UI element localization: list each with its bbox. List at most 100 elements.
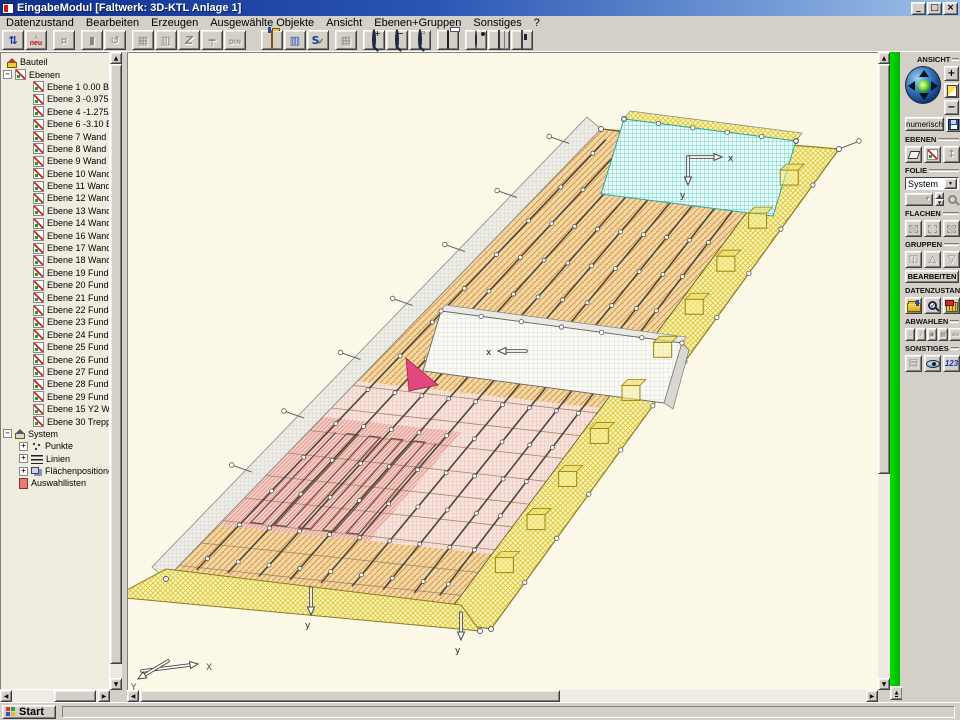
tree-item-ebene-27[interactable]: Ebene 15 Y2 Wand T	[1, 403, 109, 415]
start-button[interactable]: Start	[2, 705, 56, 719]
tree-item-ebene-14[interactable]: Ebene 17 Wand Y4	[1, 242, 109, 254]
tree-item-ebene-13[interactable]: Ebene 16 Wand Y3	[1, 229, 109, 241]
tree-scroll-left[interactable]: ◀	[0, 690, 12, 702]
numbering-button[interactable]: 123	[943, 355, 960, 372]
tree-item-ebene-16[interactable]: Ebene 19 Fund1	[1, 267, 109, 279]
menu-item-ausgew-hlte-objekte[interactable]: Ausgewählte Objekte	[204, 17, 320, 29]
folie-select[interactable]: System ▼	[905, 177, 959, 190]
tree-item-ebene-23[interactable]: Ebene 26 Fund8	[1, 353, 109, 365]
tree-item-ebene-3[interactable]: Ebene 4 -1.275/-1.4	[1, 106, 109, 118]
save-view-button[interactable]	[946, 117, 960, 132]
view-options-button[interactable]	[465, 30, 487, 50]
view-hscrollbar[interactable]: ◀ ▶	[127, 690, 878, 702]
tree-item-ebene-9[interactable]: Ebene 11 Wand X5	[1, 180, 109, 192]
manual-button[interactable]	[488, 30, 510, 50]
datenzustand-check-button[interactable]: ✓	[924, 297, 941, 314]
expand-toggle-icon[interactable]: +	[19, 454, 28, 463]
tree-scroll-up[interactable]: ▲	[110, 52, 122, 64]
tree-scroll-right[interactable]: ▶	[98, 690, 110, 702]
zoom-window-button[interactable]: ▭	[409, 30, 431, 50]
dropdown-arrow-icon[interactable]: ▼	[944, 178, 957, 189]
zoom-in-button[interactable]: +	[363, 30, 385, 50]
tree-item-ebene-28[interactable]: Ebene 30 Treppenl	[1, 415, 109, 427]
view-rotate-ball[interactable]	[905, 66, 941, 104]
minimize-button[interactable]: _	[911, 2, 926, 15]
tree-item-ebene-12[interactable]: Ebene 14 Wand Y1	[1, 217, 109, 229]
view-hscroll-thumb[interactable]	[140, 690, 560, 702]
tree-scroll-down[interactable]: ▼	[110, 678, 122, 690]
tree-item-bauteil[interactable]: Bauteil	[1, 56, 109, 68]
tree-item-ebene-17[interactable]: Ebene 20 Fund2	[1, 279, 109, 291]
tree-item-ebene-1[interactable]: Ebene 1 0.00 Bopl.	[1, 81, 109, 93]
datenzustand-project-button[interactable]	[943, 297, 960, 314]
spinner-down[interactable]: ▼	[935, 199, 944, 206]
maximize-button[interactable]: □	[927, 2, 942, 15]
ebene-plane-button[interactable]	[905, 146, 922, 163]
print-button[interactable]	[437, 30, 459, 50]
menu-item-datenzustand[interactable]: Datenzustand	[0, 17, 80, 29]
bearbeiten-button[interactable]: BEARBEITEN	[905, 270, 959, 283]
tree-hscrollbar[interactable]: ◀ ▶	[0, 690, 110, 702]
view-scroll-up[interactable]: ▲	[878, 52, 890, 64]
ebene-move-button[interactable]: ↕	[943, 146, 960, 163]
view-vscroll-thumb[interactable]	[878, 64, 890, 474]
tree-item-ebene-6[interactable]: Ebene 8 Wand X2	[1, 143, 109, 155]
zoom-out-button[interactable]: −	[386, 30, 408, 50]
rotate-center-icon[interactable]	[918, 80, 930, 92]
refresh-button[interactable]: ⇅	[2, 30, 24, 50]
check-button[interactable]: S✓	[307, 30, 329, 50]
menu-item--[interactable]: ?	[528, 17, 546, 29]
tree-item-ebene-5[interactable]: Ebene 7 Wand X1	[1, 130, 109, 142]
tree-item-ebene-11[interactable]: Ebene 13 Wand X7	[1, 205, 109, 217]
view-vscrollbar[interactable]: ▲ ▼	[878, 52, 890, 690]
menu-item-ansicht[interactable]: Ansicht	[320, 17, 368, 29]
tree-item-ebene-22[interactable]: Ebene 25 Fund7	[1, 341, 109, 353]
close-button[interactable]: ×	[943, 2, 958, 15]
tree-item-punkte[interactable]: +Punkte	[1, 440, 109, 452]
view-split-button[interactable]	[944, 83, 959, 98]
zoom-plus-button[interactable]: +	[944, 66, 959, 81]
view-scroll-right[interactable]: ▶	[866, 690, 878, 702]
view-scroll-down[interactable]: ▼	[878, 678, 890, 690]
tree-item-ebene-7[interactable]: Ebene 9 Wand X3	[1, 155, 109, 167]
spinner-up[interactable]: ▲	[935, 192, 944, 199]
tree-hscroll-thumb[interactable]	[54, 690, 96, 702]
expand-toggle-icon[interactable]: +	[19, 467, 28, 476]
zoom-minus-button[interactable]: −	[944, 100, 959, 115]
tree-vscroll-thumb[interactable]	[110, 64, 122, 664]
expand-toggle-icon[interactable]: −	[3, 70, 12, 79]
menu-item-bearbeiten[interactable]: Bearbeiten	[80, 17, 145, 29]
tree-item-ebene-19[interactable]: Ebene 22 Fund4	[1, 304, 109, 316]
tree-item-ebene-8[interactable]: Ebene 10 Wand X4	[1, 168, 109, 180]
menu-item-sonstiges[interactable]: Sonstiges	[467, 17, 527, 29]
expand-toggle-icon[interactable]: +	[19, 442, 28, 451]
tree-item-linien[interactable]: +Linien	[1, 453, 109, 465]
expand-toggle-icon[interactable]: −	[3, 429, 12, 438]
numerisch-button[interactable]: numerisch	[905, 117, 944, 131]
tree-item-ebene-20[interactable]: Ebene 23 Fund5	[1, 316, 109, 328]
open-project-button[interactable]	[261, 30, 283, 50]
tree-item-ebene-21[interactable]: Ebene 24 Fund6	[1, 329, 109, 341]
import-button[interactable]: ▥	[284, 30, 306, 50]
datenzustand-load-button[interactable]	[905, 297, 922, 314]
tree-item-auswahllisten[interactable]: Auswahllisten	[1, 477, 109, 489]
tree-item-ebene-15[interactable]: Ebene 18 Wand Y5	[1, 254, 109, 266]
view-scroll-left[interactable]: ◀	[127, 690, 139, 702]
tree-item-ebene-25[interactable]: Ebene 28 Fund10	[1, 378, 109, 390]
visibility-button[interactable]	[924, 355, 941, 372]
tree-item-ebene-24[interactable]: Ebene 27 Fund9	[1, 366, 109, 378]
tree-vscrollbar[interactable]: ▲ ▼	[110, 52, 122, 690]
exit-button[interactable]	[511, 30, 533, 50]
menu-item-erzeugen[interactable]: Erzeugen	[145, 17, 204, 29]
tree-item-ebene-4[interactable]: Ebene 6 -3.10 Bopl.	[1, 118, 109, 130]
neu-button[interactable]: ↓neu	[25, 30, 47, 50]
tree-item-system[interactable]: −System	[1, 428, 109, 440]
rotate-up-icon[interactable]	[919, 70, 929, 77]
tree-item-ebene-10[interactable]: Ebene 12 Wand X6	[1, 192, 109, 204]
rotate-right-icon[interactable]	[931, 81, 938, 91]
tree-item-ebenen[interactable]: −Ebenen	[1, 68, 109, 80]
rotate-down-icon[interactable]	[919, 93, 929, 100]
taskbar-tray[interactable]	[62, 706, 955, 718]
ebene-edit-button[interactable]	[924, 146, 941, 163]
tree-item-ebene-26[interactable]: Ebene 29 Fund11	[1, 391, 109, 403]
